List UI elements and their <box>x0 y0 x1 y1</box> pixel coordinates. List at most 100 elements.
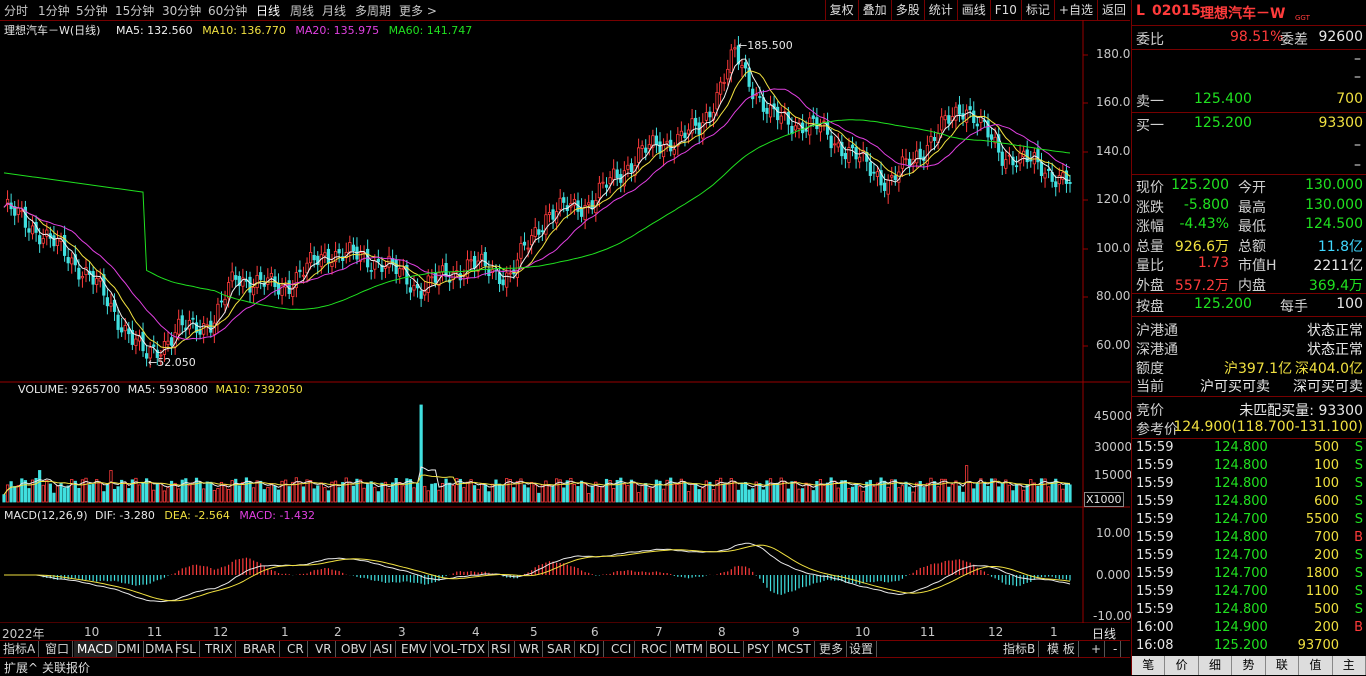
volume-bar <box>530 481 534 503</box>
volume-bar <box>950 483 954 503</box>
candle-body <box>526 247 530 250</box>
volume-bar <box>651 486 655 503</box>
tick-price: 124.800 <box>1214 458 1268 473</box>
indicator-tab[interactable]: VOL-TDX <box>430 641 489 658</box>
panel-tab[interactable]: 价 <box>1165 656 1199 675</box>
volume-bar <box>633 482 637 503</box>
tick-volume: 200 <box>1314 548 1339 563</box>
sell1-row[interactable]: 卖一 125.400 700 <box>1132 90 1366 110</box>
volume-bar <box>419 404 423 503</box>
indicator-tab[interactable]: BRAR <box>240 641 280 658</box>
ggt-tag: GGT <box>1295 14 1310 22</box>
indicator-tab[interactable]: SAR <box>544 641 576 658</box>
indicator-right-button[interactable]: 模 板 <box>1044 641 1079 658</box>
time-label: 11 <box>147 625 163 639</box>
volume-bar <box>872 485 876 503</box>
volume-bar <box>191 482 195 503</box>
quote-value: 124.500 <box>1305 216 1363 232</box>
panel-tab[interactable]: 主 <box>1333 656 1366 675</box>
candle-body <box>1043 172 1047 179</box>
period-tab[interactable]: 5分钟 <box>76 2 108 19</box>
overlay-button[interactable]: 叠加 <box>857 0 891 20</box>
multi-stock-button[interactable]: 多股 <box>890 0 924 20</box>
period-tab[interactable]: 分时 <box>4 2 28 19</box>
period-tab[interactable]: 30分钟 <box>162 2 201 19</box>
indicator-right-button[interactable]: - <box>1110 641 1122 658</box>
statistics-button[interactable]: 统计 <box>923 0 957 20</box>
period-tab[interactable]: 月线 <box>322 2 346 19</box>
indicator-tab[interactable]: EMV <box>398 641 432 658</box>
indicator-tab[interactable]: ROC <box>638 641 672 658</box>
indicator-tab[interactable]: 更多 <box>816 641 848 658</box>
indicator-tab[interactable]: 指标A <box>0 641 40 658</box>
indicator-tab[interactable]: FSL <box>172 641 200 658</box>
period-tab[interactable]: 60分钟 <box>208 2 247 19</box>
candle-body <box>957 104 962 115</box>
indicator-tab[interactable]: MCST <box>774 641 815 658</box>
period-tab[interactable]: 周线 <box>290 2 314 19</box>
expand-button[interactable]: 扩展^ <box>4 659 38 676</box>
auction-row: 竞价 未匹配买量: 93300 <box>1132 399 1366 419</box>
chart-canvas[interactable] <box>0 20 1130 624</box>
indicator-tab[interactable]: KDJ <box>576 641 604 658</box>
indicator-tab[interactable]: ASI <box>370 641 397 658</box>
anpan-label: 按盘 <box>1136 299 1164 315</box>
volume-bar <box>808 484 812 503</box>
candle-body <box>915 150 919 164</box>
draw-line-button[interactable]: 画线 <box>956 0 990 20</box>
panel-tab[interactable]: 值 <box>1299 656 1333 675</box>
panel-tab[interactable]: 笔 <box>1132 656 1166 675</box>
indicator-tab[interactable]: 窗口 <box>42 641 74 658</box>
related-quotes-button[interactable]: 关联报价 <box>42 659 90 676</box>
indicator-right-button[interactable]: 指标B <box>1000 641 1040 658</box>
volume-bar <box>886 486 890 503</box>
tick-time: 15:59 <box>1136 548 1174 563</box>
period-tab[interactable]: 1分钟 <box>38 2 70 19</box>
indicator-right-button[interactable]: + <box>1088 641 1106 658</box>
panel-tab[interactable]: 势 <box>1232 656 1266 675</box>
candle-body <box>776 106 780 121</box>
time-label: 11 <box>920 625 936 639</box>
indicator-tab[interactable]: MACD <box>74 641 117 658</box>
volume-bar <box>850 486 855 503</box>
volume-bar <box>173 482 177 503</box>
chart-area[interactable]: 理想汽车－W(日线) MA5: 132.560 MA10: 136.770 MA… <box>0 20 1132 641</box>
indicator-tab[interactable]: WR <box>516 641 544 658</box>
volume-bar <box>537 492 541 503</box>
indicator-tab[interactable]: RSI <box>488 641 515 658</box>
mark-button[interactable]: 标记 <box>1020 0 1054 20</box>
indicator-tab[interactable]: VR <box>312 641 336 658</box>
period-tab[interactable]: 15分钟 <box>115 2 154 19</box>
period-tab-active[interactable]: 日线 <box>256 2 280 19</box>
candle-body <box>850 144 855 149</box>
indicator-tab[interactable]: TRIX <box>202 641 237 658</box>
candle-body <box>255 275 259 289</box>
tick-side: S <box>1354 494 1363 509</box>
quote-label: 内盘 <box>1238 277 1266 294</box>
add-watchlist-button[interactable]: +自选 <box>1053 0 1097 20</box>
back-button[interactable]: 返回 <box>1096 0 1130 20</box>
candle-body <box>875 171 880 177</box>
period-tab[interactable]: 多周期 <box>355 2 391 19</box>
indicator-tab[interactable]: CR <box>284 641 308 658</box>
ref-price-label: 参考价 <box>1136 422 1178 438</box>
indicator-tab[interactable]: PSY <box>744 641 774 658</box>
candle-body <box>722 81 726 84</box>
quote-label: 今开 <box>1238 180 1266 196</box>
indicator-tab[interactable]: OBV <box>338 641 371 658</box>
indicator-tab[interactable]: MTM <box>672 641 708 658</box>
indicator-tab[interactable]: DMI <box>114 641 145 658</box>
indicator-tab[interactable]: 设置 <box>846 641 878 658</box>
tick-price: 124.800 <box>1214 530 1268 545</box>
candle-body <box>940 116 944 131</box>
indicator-tab[interactable]: BOLL <box>706 641 744 658</box>
panel-tab[interactable]: 细 <box>1199 656 1233 675</box>
f10-button[interactable]: F10 <box>989 0 1021 20</box>
buy1-row[interactable]: 买一 125.200 93300 <box>1132 114 1366 134</box>
restore-rights-button[interactable]: 复权 <box>824 0 858 20</box>
panel-tab[interactable]: 联 <box>1266 656 1300 675</box>
sell1-label: 卖一 <box>1136 94 1164 110</box>
anpan-value: 125.200 <box>1194 296 1252 312</box>
more-periods-button[interactable]: 更多 > <box>399 2 437 19</box>
indicator-tab[interactable]: CCI <box>608 641 636 658</box>
